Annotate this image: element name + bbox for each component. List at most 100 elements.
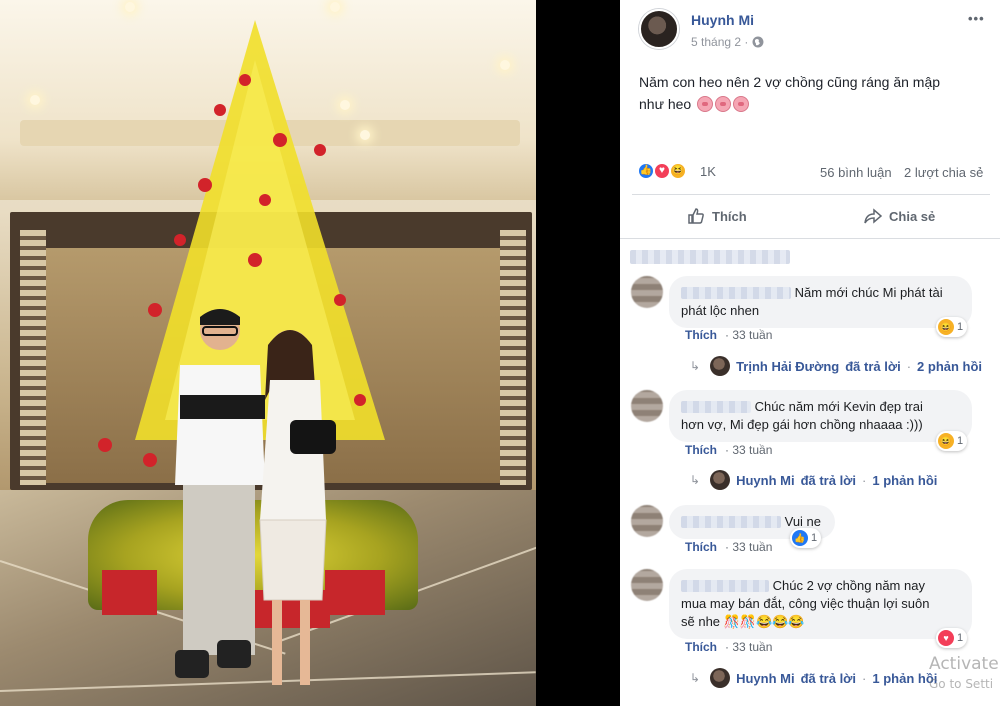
pig-emoji-icon xyxy=(697,96,714,112)
blurred-text xyxy=(630,250,790,264)
haha-reaction-icon: 😆 xyxy=(938,319,954,335)
comment-text: Vui ne xyxy=(784,514,822,529)
photo-lamp xyxy=(30,95,40,105)
photo-pillar xyxy=(20,230,46,485)
blurred-commenter-name[interactable] xyxy=(681,287,791,299)
share-button-label: Chia sẻ xyxy=(889,208,936,224)
comment-time[interactable]: 33 tuần xyxy=(732,443,772,457)
divider xyxy=(632,194,990,195)
blurred-commenter-name[interactable] xyxy=(681,516,781,528)
comment-text: phát lộc nhen xyxy=(681,303,760,318)
shares-count[interactable]: 2 lượt chia sẻ xyxy=(904,165,983,180)
like-reaction-icon: 👍 xyxy=(792,530,808,546)
author-avatar[interactable] xyxy=(639,9,679,49)
love-reaction-icon: ♥ xyxy=(653,162,671,180)
photo-lamp xyxy=(330,2,340,12)
like-reaction-icon: 👍 xyxy=(637,162,655,180)
comment-bubble: Chúc năm mới Kevin đẹp trai hơn vợ, Mi đ… xyxy=(669,390,972,442)
pig-emoji-icon xyxy=(715,96,732,112)
comment-reaction-count: 1 xyxy=(957,321,964,333)
separator: · xyxy=(862,670,867,686)
reaction-count[interactable]: 1K xyxy=(700,164,716,179)
comment-like-button[interactable]: Thích xyxy=(685,328,717,342)
separator: · xyxy=(725,443,729,457)
replier-avatar xyxy=(710,356,731,376)
comment-text: Chúc 2 vợ chồng năm nay xyxy=(772,578,925,593)
replier-avatar xyxy=(710,668,731,688)
pig-emoji-icon xyxy=(733,96,750,112)
post-panel: Huynh Mi 5 tháng 2 · ••• Năm con heo nên… xyxy=(620,0,1000,706)
comment-actions: Thích · 33 tuần xyxy=(685,640,772,654)
post-text-line: Năm con heo nên 2 vợ chồng cũng ráng ăn … xyxy=(639,74,941,90)
comment-reaction-badge[interactable]: ♥ 1 xyxy=(936,628,968,648)
view-replies[interactable]: ↳ Trịnh Hải Đường đã trả lời · 2 phản hồ… xyxy=(690,356,982,376)
author-name[interactable]: Huynh Mi xyxy=(691,12,754,28)
haha-reaction-icon: 😆 xyxy=(938,433,954,449)
reply-verb: đã trả lời xyxy=(845,358,901,374)
comment-reaction-badge[interactable]: 😆 1 xyxy=(936,431,968,451)
share-button[interactable]: Chia sẻ xyxy=(864,207,935,225)
post-text-segment: như heo xyxy=(639,96,692,112)
separator: · xyxy=(862,472,867,488)
blurred-commenter-name[interactable] xyxy=(681,401,751,413)
activation-watermark-title: Activate xyxy=(929,654,999,674)
celebration-emoji-icon: 🎊🎊😂😂😂 xyxy=(723,614,805,629)
photo-woman xyxy=(259,330,336,685)
replier-name: Trịnh Hải Đường xyxy=(736,358,840,374)
blurred-commenter-name[interactable] xyxy=(681,580,769,592)
post-text-line-2: như heo xyxy=(639,93,940,115)
like-button[interactable]: Thích xyxy=(687,207,747,225)
reply-verb: đã trả lời xyxy=(800,472,857,488)
reply-count: 2 phản hồi xyxy=(917,358,983,374)
comment-time[interactable]: 33 tuần xyxy=(732,640,772,654)
view-replies[interactable]: ↳ Huynh Mi đã trả lời · 1 phản hồi xyxy=(690,668,937,688)
love-reaction-icon: ♥ xyxy=(938,630,954,646)
commenter-avatar[interactable] xyxy=(631,276,663,308)
comment-reaction-count: 1 xyxy=(811,532,818,544)
comment-time[interactable]: 33 tuần xyxy=(732,540,772,554)
share-icon xyxy=(864,208,882,224)
separator: · xyxy=(725,540,729,554)
activation-watermark-subtitle: Go to Setti xyxy=(929,677,994,691)
post-meta: 5 tháng 2 · xyxy=(691,35,764,49)
comment-text: Chúc năm mới Kevin đẹp trai xyxy=(754,399,923,414)
comment-reaction-badge[interactable]: 👍 1 xyxy=(790,528,822,548)
comment-text: sẽ nhe xyxy=(681,614,721,629)
comment-like-button[interactable]: Thích xyxy=(685,640,717,654)
post-photo[interactable] xyxy=(0,0,536,706)
divider xyxy=(620,238,1000,239)
comment-like-button[interactable]: Thích xyxy=(685,540,717,554)
separator: · xyxy=(906,358,912,374)
comment-actions: Thích · 33 tuần xyxy=(685,443,772,457)
comment-bubble: Năm mới chúc Mi phát tài phát lộc nhen xyxy=(669,276,972,328)
reply-verb: đã trả lời xyxy=(800,670,857,686)
separator: · xyxy=(725,328,729,342)
view-replies[interactable]: ↳ Huynh Mi đã trả lời · 1 phản hồi xyxy=(690,470,937,490)
comment-time[interactable]: 33 tuần xyxy=(732,328,772,342)
commenter-avatar[interactable] xyxy=(631,569,663,601)
comment-bubble: Chúc 2 vợ chồng năm nay mua may bán đắt,… xyxy=(669,569,972,639)
comment-like-button[interactable]: Thích xyxy=(685,443,717,457)
comment-text: mua may bán đắt, công việc thuận lợi suô… xyxy=(681,596,930,611)
globe-icon xyxy=(752,36,764,48)
reply-arrow-icon: ↳ xyxy=(690,359,701,373)
comment-text: Năm mới chúc Mi phát tài xyxy=(794,285,943,300)
commenter-avatar[interactable] xyxy=(631,390,663,422)
comment-reaction-count: 1 xyxy=(957,632,964,644)
reply-count: 1 phản hồi xyxy=(872,670,938,686)
reply-count: 1 phản hồi xyxy=(872,472,938,488)
photo-red-pot xyxy=(102,570,157,615)
commenter-avatar[interactable] xyxy=(631,505,663,537)
more-options-button[interactable]: ••• xyxy=(968,11,985,26)
replier-name: Huynh Mi xyxy=(736,472,795,488)
replier-name: Huynh Mi xyxy=(736,670,795,686)
post-time[interactable]: 5 tháng 2 · xyxy=(691,35,748,49)
like-button-label: Thích xyxy=(712,208,747,224)
reply-arrow-icon: ↳ xyxy=(690,473,701,487)
photo-lamp xyxy=(125,2,135,12)
comment-reaction-count: 1 xyxy=(957,435,964,447)
post-text: Năm con heo nên 2 vợ chồng cũng ráng ăn … xyxy=(639,71,940,115)
comments-count[interactable]: 56 bình luận xyxy=(820,165,892,180)
comment-reaction-badge[interactable]: 😆 1 xyxy=(936,317,968,337)
replier-avatar xyxy=(710,470,731,490)
